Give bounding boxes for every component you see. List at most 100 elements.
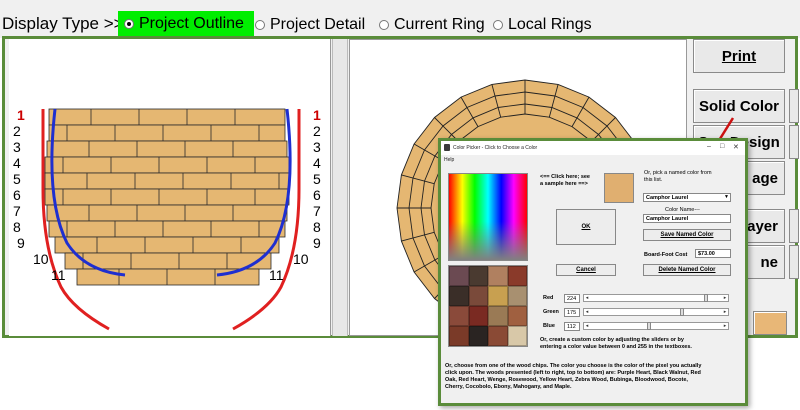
wood-chip[interactable] (449, 286, 469, 306)
wood-chip[interactable] (449, 306, 469, 326)
solid-color-button[interactable]: Solid Color (693, 89, 785, 123)
side-button-edge (789, 89, 799, 123)
menu-help[interactable]: Help (444, 157, 454, 163)
slider-label: Green (543, 309, 559, 315)
wood-chip[interactable] (488, 306, 508, 326)
slider-value-input[interactable]: 112 (564, 322, 580, 331)
slider-value-input[interactable]: 224 (564, 294, 580, 303)
ring-row (44, 188, 290, 206)
close-icon[interactable]: ✕ (733, 143, 739, 151)
radio-current-ring[interactable]: Current Ring (379, 13, 485, 37)
ring-row (46, 140, 288, 158)
ring-label-left: 2 (13, 123, 21, 139)
ring-row (48, 108, 286, 126)
color-slider[interactable]: ◂ ▸ (583, 294, 729, 302)
save-named-color-button[interactable]: Save Named Color (643, 229, 731, 241)
cancel-button[interactable]: Cancel (556, 264, 616, 276)
wood-chip[interactable] (507, 266, 527, 286)
ring-label-right: 5 (313, 171, 321, 187)
ring-row (44, 172, 290, 190)
color-slider[interactable]: ◂ ▸ (583, 322, 729, 330)
radio-label: Project Outline (139, 15, 244, 32)
wood-chip[interactable] (488, 326, 508, 346)
ring-row (48, 220, 286, 238)
radio-button-icon (493, 20, 503, 30)
color-spectrum[interactable] (448, 173, 528, 261)
radio-project-detail[interactable]: Project Detail (255, 13, 365, 37)
vertical-scrollbar[interactable] (332, 39, 348, 336)
slider-label: Blue (543, 323, 555, 329)
ring-label-right: 2 (313, 123, 321, 139)
display-type-bar: Display Type >> Project Outline Project … (0, 0, 800, 38)
arrow-right-icon[interactable]: ▸ (722, 323, 728, 329)
color-name-input[interactable]: Camphor Laurel (643, 214, 731, 223)
wood-chip[interactable] (468, 266, 488, 286)
ring-label-left: 4 (13, 155, 21, 171)
ring-label-right: 4 (313, 155, 321, 171)
ok-button[interactable]: OK (556, 209, 616, 245)
color-swatch-button[interactable] (753, 311, 787, 335)
delete-named-color-button[interactable]: Delete Named Color (643, 264, 731, 276)
side-button-edge (789, 209, 799, 243)
arrow-left-icon[interactable]: ◂ (584, 309, 590, 315)
ring-label-left: 9 (17, 235, 25, 251)
slider-thumb[interactable] (704, 294, 709, 302)
arrow-right-icon[interactable]: ▸ (722, 309, 728, 315)
wood-chip[interactable] (468, 286, 488, 306)
radio-label: Current Ring (394, 16, 485, 33)
color-slider[interactable]: ◂ ▸ (583, 308, 729, 316)
ring-label-right: 10 (293, 251, 309, 267)
wood-chips-grid[interactable] (448, 265, 528, 347)
chevron-down-icon: ▼ (724, 194, 729, 200)
ring-label-right: 9 (313, 235, 321, 251)
radio-button-icon (379, 20, 389, 30)
ring-row (44, 156, 290, 174)
ring-label-left: 7 (13, 203, 21, 219)
wood-chip[interactable] (507, 306, 527, 326)
ring-label-right: 3 (313, 139, 321, 155)
wood-chip[interactable] (507, 326, 527, 346)
arrow-right-icon[interactable]: ▸ (722, 295, 728, 301)
ring-label-left: 6 (13, 187, 21, 203)
click-here-text-2: a sample here ==> (540, 181, 588, 187)
board-foot-cost-label: Board-Foot Cost (644, 252, 688, 258)
slider-value-input[interactable]: 175 (564, 308, 580, 317)
dialog-titlebar: Color Picker - Click to Choose a Color –… (441, 141, 745, 155)
ring-label-right: 6 (313, 187, 321, 203)
wood-chips-text-2: click upon. The woods presented (left to… (445, 370, 701, 376)
ring-label-left: 1 (17, 107, 25, 123)
radio-project-outline[interactable]: Project Outline (118, 11, 254, 37)
wood-chip[interactable] (488, 286, 508, 306)
named-color-dropdown[interactable]: Camphor Laurel ▼ (643, 193, 731, 202)
slider-thumb[interactable] (679, 308, 684, 316)
wood-chip[interactable] (488, 266, 508, 286)
ring-label-right: 1 (313, 107, 321, 123)
side-button-edge (789, 125, 799, 159)
radio-label: Project Detail (270, 16, 366, 33)
radio-local-rings[interactable]: Local Rings (493, 13, 592, 37)
wood-chips-text-3: Oak, Red Heart, Wenge, Rosewood, Yellow … (445, 377, 688, 383)
arrow-left-icon[interactable]: ◂ (584, 295, 590, 301)
color-sample (604, 173, 634, 203)
print-button[interactable]: Print (693, 39, 785, 73)
wood-chip[interactable] (468, 326, 488, 346)
wood-chips-text-1: Or, choose from one of the wood chips. T… (445, 363, 702, 369)
wood-chip[interactable] (468, 306, 488, 326)
project-outline-canvas[interactable]: 1 1 2 2 3 3 4 4 5 5 6 6 7 7 8 8 9 9 10 10 11 11 (9, 39, 331, 336)
wood-chip[interactable] (449, 266, 469, 286)
wood-chips-text-4: Cherry, Cocobolo, Ebony, Mahogany, and M… (445, 384, 572, 390)
board-foot-cost-input[interactable]: $73.00 (695, 249, 731, 258)
wood-chip[interactable] (507, 286, 527, 306)
color-picker-dialog: Color Picker - Click to Choose a Color –… (438, 138, 748, 406)
ring-row (54, 236, 280, 254)
ring-label-right: 8 (313, 219, 321, 235)
ring-label-left: 11 (51, 267, 66, 283)
slider-thumb[interactable] (647, 322, 652, 330)
ring-row (46, 204, 288, 222)
maximize-icon[interactable]: □ (720, 143, 724, 150)
minimize-icon[interactable]: – (707, 143, 711, 150)
wood-chip[interactable] (449, 326, 469, 346)
custom-color-text-1: Or, create a custom color by adjusting t… (540, 337, 684, 343)
dropdown-value: Camphor Laurel (646, 194, 689, 201)
arrow-left-icon[interactable]: ◂ (584, 323, 590, 329)
